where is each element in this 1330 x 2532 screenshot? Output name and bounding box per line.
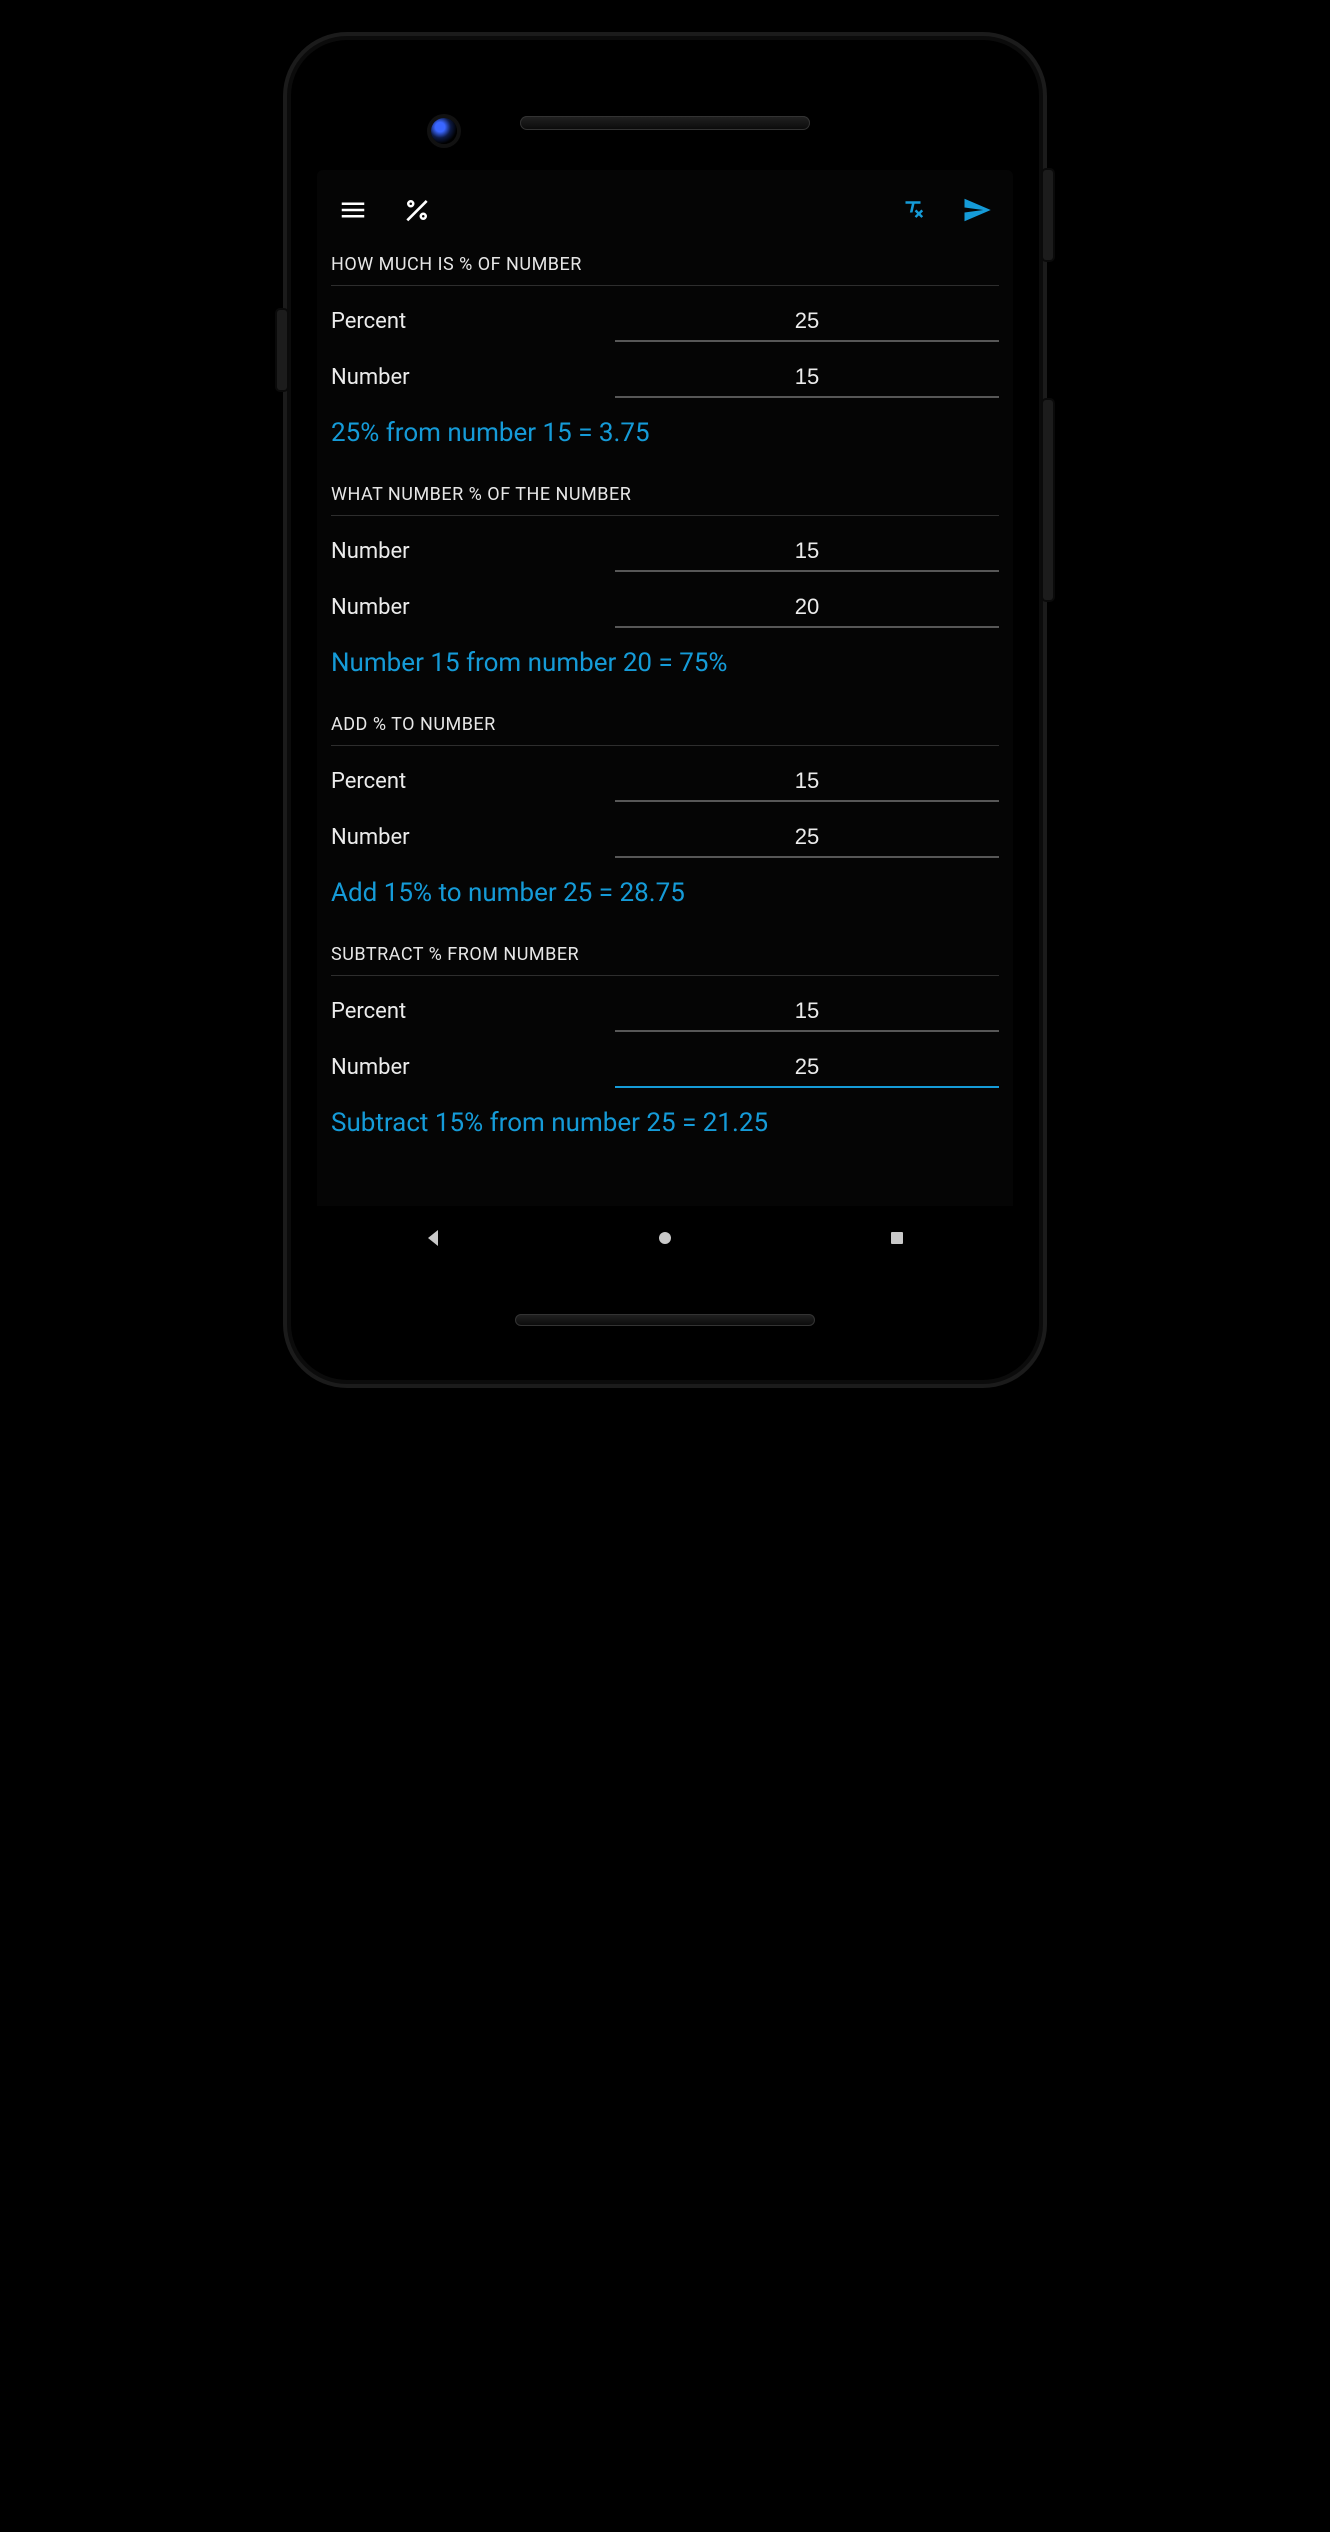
field-label: Percent: [331, 999, 591, 1032]
send-icon: [962, 195, 992, 225]
field-label: Percent: [331, 309, 591, 342]
menu-button[interactable]: [331, 188, 375, 232]
field-label: Number: [331, 365, 591, 398]
result-text: Number 15 from number 20 = 75%: [331, 628, 999, 686]
input-row: Percent: [331, 286, 999, 342]
result-text: Add 15% to number 25 = 28.75: [331, 858, 999, 916]
send-button[interactable]: [955, 188, 999, 232]
menu-icon: [338, 195, 368, 225]
android-nav-bar: [317, 1206, 1013, 1270]
percent-icon: [402, 195, 432, 225]
section-number-percent-of-number: WHAT NUMBER % OF THE NUMBER Number Numbe…: [331, 476, 999, 686]
field-label: Number: [331, 595, 591, 628]
input-row: Number: [331, 516, 999, 572]
nav-home-button[interactable]: [637, 1210, 693, 1266]
section-subtract-percent: SUBTRACT % FROM NUMBER Percent Number Su…: [331, 936, 999, 1146]
calculator-content: HOW MUCH IS % OF NUMBER Percent Number 2…: [317, 246, 1013, 1186]
percent-input[interactable]: [615, 994, 999, 1032]
number-input[interactable]: [615, 360, 999, 398]
number-input-b[interactable]: [615, 590, 999, 628]
home-icon: [653, 1226, 677, 1250]
field-label: Percent: [331, 769, 591, 802]
number-input[interactable]: [615, 820, 999, 858]
power-button: [1043, 170, 1053, 260]
section-title: SUBTRACT % FROM NUMBER: [331, 936, 999, 976]
section-add-percent: ADD % TO NUMBER Percent Number Add 15% t…: [331, 706, 999, 916]
section-title: WHAT NUMBER % OF THE NUMBER: [331, 476, 999, 516]
percent-input[interactable]: [615, 764, 999, 802]
number-input-a[interactable]: [615, 534, 999, 572]
field-label: Number: [331, 825, 591, 858]
volume-rocker: [1043, 400, 1053, 600]
screen: HOW MUCH IS % OF NUMBER Percent Number 2…: [317, 170, 1013, 1270]
percent-button[interactable]: [395, 188, 439, 232]
percent-input[interactable]: [615, 304, 999, 342]
input-row: Number: [331, 342, 999, 398]
input-row: Percent: [331, 746, 999, 802]
number-input-focused[interactable]: [615, 1050, 999, 1088]
earpiece-grille: [520, 116, 810, 130]
section-title: ADD % TO NUMBER: [331, 706, 999, 746]
input-row: Number: [331, 1032, 999, 1088]
field-label: Number: [331, 1055, 591, 1088]
input-row: Number: [331, 572, 999, 628]
clear-format-icon: [898, 195, 928, 225]
result-text: Subtract 15% from number 25 = 21.25: [331, 1088, 999, 1146]
side-button-left: [277, 310, 287, 390]
app-bar: [317, 170, 1013, 246]
section-title: HOW MUCH IS % OF NUMBER: [331, 246, 999, 286]
recents-icon: [885, 1226, 909, 1250]
section-percent-of-number: HOW MUCH IS % OF NUMBER Percent Number 2…: [331, 246, 999, 456]
back-icon: [421, 1226, 445, 1250]
bottom-speaker-grille: [515, 1314, 815, 1326]
field-label: Number: [331, 539, 591, 572]
nav-back-button[interactable]: [405, 1210, 461, 1266]
input-row: Percent: [331, 976, 999, 1032]
phone-frame: HOW MUCH IS % OF NUMBER Percent Number 2…: [291, 40, 1039, 1380]
nav-recents-button[interactable]: [869, 1210, 925, 1266]
clear-format-button[interactable]: [891, 188, 935, 232]
result-text: 25% from number 15 = 3.75: [331, 398, 999, 456]
input-row: Number: [331, 802, 999, 858]
